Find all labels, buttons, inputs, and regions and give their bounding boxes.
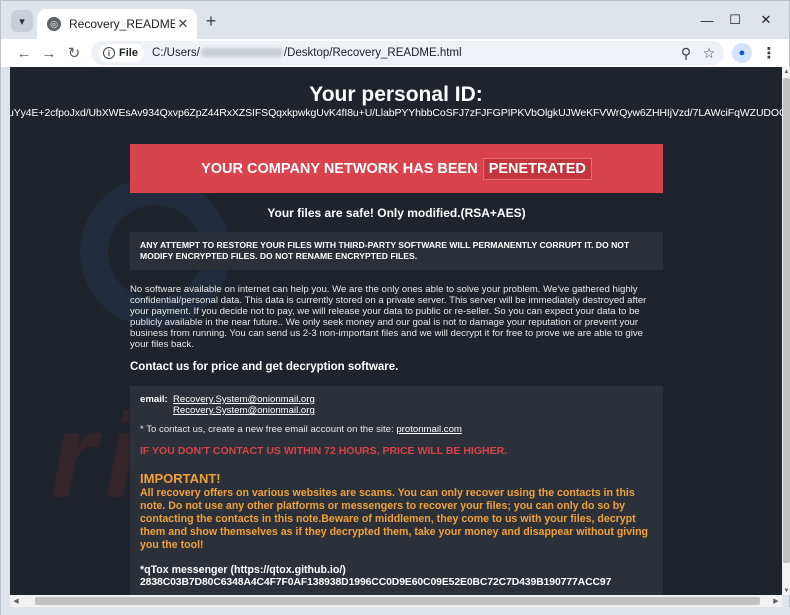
info-icon: i	[103, 47, 115, 59]
zoom-icon[interactable]: ⚲	[674, 41, 698, 65]
site-label: File	[119, 47, 138, 59]
personal-id-title: Your personal ID:	[309, 83, 483, 106]
chevron-down-icon[interactable]: ▾	[11, 10, 33, 32]
scroll-down-icon[interactable]: ▼	[782, 586, 790, 595]
contact-heading: Contact us for price and get decryption …	[130, 361, 399, 373]
email-list: Recovery.System@onionmail.org Recovery.S…	[173, 394, 315, 416]
email-link[interactable]: Recovery.System@onionmail.org	[173, 405, 315, 416]
vertical-scroll-thumb[interactable]	[783, 78, 790, 563]
warning-box: ANY ATTEMPT TO RESTORE YOUR FILES WITH T…	[130, 232, 663, 270]
vertical-scrollbar[interactable]: ▲ ▼	[782, 67, 790, 595]
tab-recovery-readme[interactable]: ◎ Recovery_README.html ✕	[37, 9, 197, 39]
more-vert-icon[interactable]: ⋮	[759, 41, 779, 65]
ransom-note: YOUR COMPANY NETWORK HAS BEEN PENETRATED…	[130, 144, 663, 595]
browser-window: ▾ ◎ Recovery_README.html ✕ + — ☐ ✕ ← → ↻…	[0, 0, 790, 615]
star-icon[interactable]: ☆	[697, 41, 721, 65]
window-close-icon[interactable]: ✕	[753, 9, 779, 31]
qtox-id: 2838C03B7D80C6348A4C4F7F0AF138938D1996CC…	[140, 577, 612, 588]
maximize-icon[interactable]: ☐	[722, 9, 748, 31]
headline-banner: YOUR COMPANY NETWORK HAS BEEN PENETRATED	[130, 144, 663, 193]
qtox-title: *qTox messenger (https://qtox.github.io/…	[140, 564, 346, 576]
close-icon[interactable]: ✕	[175, 16, 191, 32]
arrow-right-icon[interactable]: →	[37, 41, 61, 65]
banner-highlight: PENETRATED	[482, 157, 592, 180]
horizontal-scroll-thumb[interactable]	[35, 597, 760, 605]
redacted-username	[200, 48, 283, 58]
plus-icon[interactable]: +	[201, 11, 221, 31]
horizontal-scrollbar[interactable]: ◀ ▶	[10, 595, 782, 607]
address-bar[interactable]: i File C:/Users//Desktop/Recovery_README…	[91, 41, 724, 65]
arrow-left-icon[interactable]: ←	[12, 41, 36, 65]
email-row: email: Recovery.System@onionmail.org Rec…	[140, 394, 653, 416]
files-safe-text: Your files are safe! Only modified.(RSA+…	[267, 206, 526, 220]
important-body: All recovery offers on various websites …	[140, 487, 649, 551]
body-paragraph: No software available on internet can he…	[130, 284, 647, 350]
page-content: ris om Your personal ID: uYy4E+2cfpoJxd/…	[10, 67, 782, 595]
profile-icon[interactable]: ●	[732, 43, 752, 63]
toolbar: ← → ↻ i File C:/Users//Desktop/Recovery_…	[1, 39, 789, 67]
personal-id-value: uYy4E+2cfpoJxd/UbXWEsAv934Qxvp6ZpZ44RxXZ…	[10, 107, 782, 119]
banner-text: YOUR COMPANY NETWORK HAS BEEN	[201, 160, 478, 177]
protonmail-link[interactable]: protonmail.com	[396, 424, 462, 435]
scroll-left-icon[interactable]: ◀	[10, 595, 22, 607]
site-info-chip[interactable]: i File	[99, 44, 144, 62]
protonmail-note: * To contact us, create a new free email…	[140, 424, 462, 435]
contact-panel: email: Recovery.System@onionmail.org Rec…	[130, 386, 663, 595]
scroll-right-icon[interactable]: ▶	[770, 595, 782, 607]
url-text[interactable]: C:/Users//Desktop/Recovery_README.html	[152, 47, 462, 59]
deadline-warning: IF YOU DON'T CONTACT US WITHIN 72 HOURS,…	[140, 445, 508, 457]
tab-strip: ▾ ◎ Recovery_README.html ✕ + — ☐ ✕	[1, 1, 789, 39]
tab-title: Recovery_README.html	[69, 17, 175, 31]
important-title: IMPORTANT!	[140, 471, 221, 486]
reload-icon[interactable]: ↻	[62, 41, 86, 65]
globe-icon: ◎	[47, 17, 61, 31]
scroll-up-icon[interactable]: ▲	[782, 67, 790, 76]
email-link[interactable]: Recovery.System@onionmail.org	[173, 394, 315, 405]
window-bottom-edge	[1, 607, 790, 615]
minimize-icon[interactable]: —	[694, 9, 720, 31]
email-label: email:	[140, 394, 168, 405]
